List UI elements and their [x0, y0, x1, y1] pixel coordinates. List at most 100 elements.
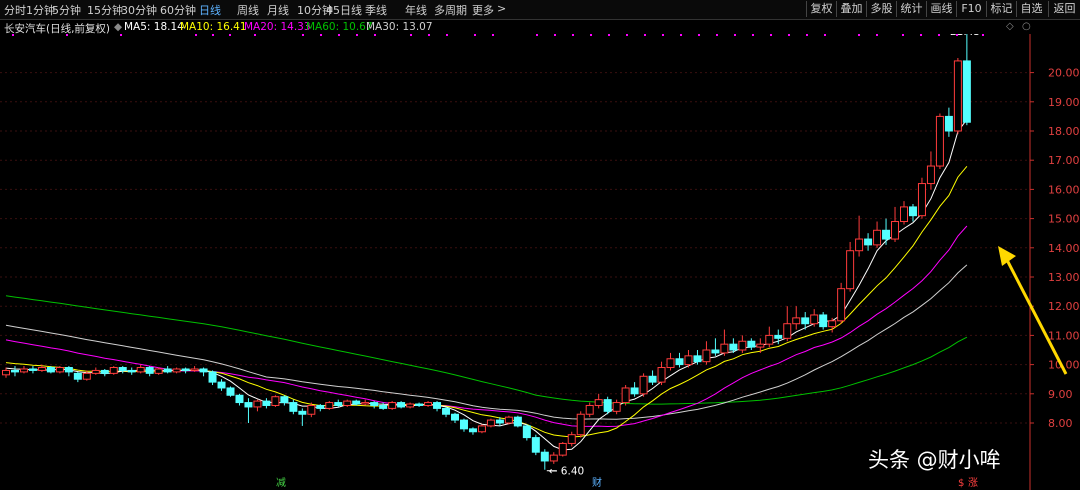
candle-body-50 [451, 413, 459, 421]
signal-dot-31 [788, 34, 790, 36]
candle-body-45 [406, 403, 415, 408]
candle-body-1 [10, 369, 19, 373]
signal-dot-11 [374, 34, 376, 36]
period-tab-8[interactable]: 月线 [267, 2, 289, 18]
signal-dot-4 [212, 34, 214, 36]
candle-body-90 [810, 314, 819, 325]
candle-body-33 [298, 410, 307, 415]
period-tab-12[interactable]: 年线 [405, 2, 427, 18]
ma10-value: MA10: 16.41 [180, 21, 247, 33]
signal-dot-29 [752, 34, 754, 36]
signal-dot-0 [12, 34, 14, 36]
candle-body-67 [603, 399, 612, 412]
candle-body-51 [459, 419, 468, 430]
candle-body-2 [19, 368, 28, 373]
toolbar-button-5[interactable]: F10 [956, 1, 986, 17]
signal-dot-10 [356, 34, 358, 36]
signal-dot-32 [806, 34, 808, 36]
candle-body-47 [424, 402, 433, 406]
toolbar-button-8[interactable]: 返回 [1048, 1, 1080, 17]
candle-body-83 [747, 340, 756, 348]
period-tab-2[interactable]: 5分钟 [52, 2, 81, 18]
candle-body-60 [540, 451, 549, 462]
candle-body-40 [361, 402, 370, 405]
candle-body-66 [594, 399, 603, 406]
signal-dot-1 [66, 34, 68, 36]
candle-body-103 [926, 165, 935, 185]
candle-body-65 [585, 404, 594, 415]
period-tab-1[interactable]: 1分钟 [26, 2, 55, 18]
toolbar-button-1[interactable]: 叠加 [836, 1, 866, 17]
period-tab-0[interactable]: 分时 [4, 2, 26, 18]
ma5-value: MA5: 18.14 [124, 21, 184, 33]
period-tab-11[interactable]: 季线 [365, 2, 387, 18]
period-tab-13[interactable]: 多周期 [434, 2, 467, 18]
period-tab-5[interactable]: 60分钟 [160, 2, 196, 18]
circle-icon[interactable]: ○ [1022, 21, 1031, 32]
candle-body-84 [756, 343, 765, 348]
more-arrow-icon[interactable]: > [497, 2, 506, 15]
signal-dot-35 [876, 34, 878, 36]
candle-body-37 [334, 402, 343, 406]
signal-dot-3 [195, 34, 197, 36]
y-tick-label-4: 12.00 [1048, 300, 1080, 313]
y-tick-label-8: 16.00 [1048, 183, 1080, 196]
period-tab-14[interactable]: 更多 [472, 2, 494, 18]
toolbar-button-6[interactable]: 标记 [986, 1, 1016, 17]
candle-body-81 [729, 343, 738, 351]
candle-body-75 [675, 358, 684, 366]
event-marker-1: 财 [592, 476, 602, 489]
toolbar-button-4[interactable]: 画线 [926, 1, 956, 17]
y-tick-label-12: 20.00 [1048, 67, 1080, 80]
candle-body-86 [774, 334, 783, 339]
candle-body-10 [91, 369, 100, 374]
toolbar-button-7[interactable]: 自选 [1016, 1, 1046, 17]
candle-body-24 [217, 381, 226, 389]
signal-dot-28 [734, 34, 736, 36]
candle-body-85 [765, 334, 774, 345]
y-tick-label-6: 14.00 [1048, 242, 1080, 255]
signal-dot-17 [536, 34, 538, 36]
period-tab-3[interactable]: 15分钟 [87, 2, 123, 18]
min-arrow-icon: ← [549, 466, 558, 478]
period-toolbar: 分时 1分钟 5分钟 15分钟 30分钟 60分钟 日线 周线 月线 10分钟 45日线 季线 年线 多周… [0, 0, 1080, 20]
candle-body-96 [864, 238, 873, 246]
signal-dot-34 [858, 34, 860, 36]
candle-body-106 [953, 60, 962, 132]
signal-dot-37 [920, 34, 922, 36]
ma30-value: MA30: 13.07 [366, 21, 433, 33]
signal-dot-36 [902, 34, 904, 36]
candle-body-21 [190, 368, 199, 371]
period-tab-4[interactable]: 30分钟 [121, 2, 157, 18]
toolbar-button-3[interactable]: 统计 [896, 1, 926, 17]
y-tick-label-5: 13.00 [1048, 271, 1080, 284]
candle-body-22 [199, 368, 208, 373]
toolbar-button-0[interactable]: 复权 [806, 1, 836, 17]
candle-body-36 [325, 402, 334, 409]
settings-diamond-icon[interactable]: ◇ [1006, 21, 1014, 32]
ma30-line [5, 264, 968, 420]
signal-dot-16 [492, 34, 494, 36]
candle-body-38 [343, 400, 352, 406]
signal-dot-23 [644, 34, 646, 36]
period-tab-6[interactable]: 日线 [199, 2, 221, 18]
signal-dot-33 [824, 34, 826, 36]
candle-body-73 [657, 367, 666, 383]
candle-body-15 [136, 367, 145, 373]
candle-body-61 [549, 454, 558, 462]
y-tick-label-11: 19.00 [1048, 96, 1080, 109]
candle-body-54 [486, 419, 495, 427]
period-tab-10[interactable]: 45日线 [326, 2, 362, 18]
max-price-label: 21.43 [950, 34, 980, 38]
period-tab-7[interactable]: 周线 [237, 2, 259, 18]
candle-body-104 [935, 115, 944, 167]
toolbar-button-2[interactable]: 多股 [866, 1, 896, 17]
ma10-line [5, 165, 968, 438]
candle-body-71 [639, 375, 648, 395]
candle-body-18 [163, 368, 172, 373]
candle-body-82 [738, 340, 747, 351]
candle-body-79 [711, 349, 720, 354]
candle-body-39 [352, 400, 361, 405]
kline-chart[interactable]: 8.009.0010.0011.0012.0013.0014.0015.0016… [0, 34, 1080, 490]
signal-dot-21 [608, 34, 610, 36]
